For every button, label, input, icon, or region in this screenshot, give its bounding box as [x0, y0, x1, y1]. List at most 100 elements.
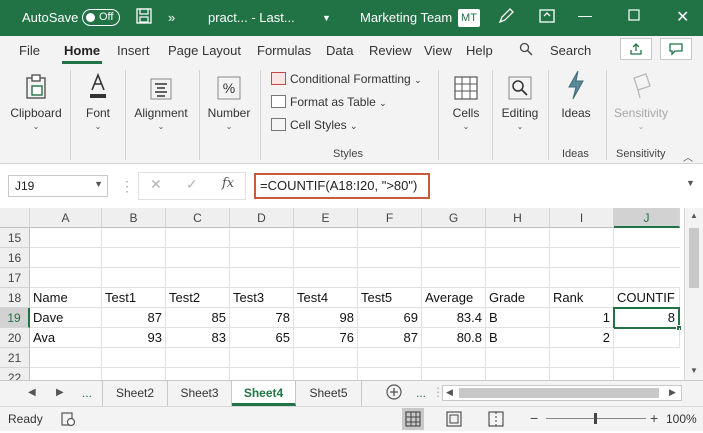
cell-j19[interactable]: 8	[613, 307, 680, 329]
cell-b18[interactable]: Test1	[102, 288, 166, 308]
column-header[interactable]: I	[550, 208, 614, 228]
name-box[interactable]: J19 ▼	[8, 175, 108, 197]
editing-button[interactable]: Editing ⌄	[496, 70, 544, 131]
font-button[interactable]: Font ⌄	[74, 70, 122, 131]
tab-home[interactable]: Home	[64, 43, 100, 58]
column-header[interactable]: A	[30, 208, 102, 228]
row-header[interactable]: 18	[0, 288, 30, 308]
zoom-slider-thumb[interactable]	[594, 413, 597, 424]
next-sheet-icon[interactable]: ▶	[56, 387, 64, 398]
cell-e18[interactable]: Test4	[294, 288, 358, 308]
cancel-icon[interactable]: ✕	[150, 176, 162, 193]
number-button[interactable]: % Number ⌄	[202, 70, 256, 131]
cell-d19[interactable]: 78	[230, 308, 294, 328]
tab-insert[interactable]: Insert	[117, 43, 150, 58]
page-layout-view-icon[interactable]	[446, 411, 462, 430]
accessibility-icon[interactable]	[60, 411, 76, 430]
cell-e20[interactable]: 76	[294, 328, 358, 348]
more-sheets-left[interactable]: ...	[82, 386, 92, 400]
cell-h19[interactable]: B	[486, 308, 550, 328]
conditional-formatting-button[interactable]: Conditional Formatting ⌄	[271, 72, 422, 86]
tab-formulas[interactable]: Formulas	[257, 43, 311, 58]
cell-e19[interactable]: 98	[294, 308, 358, 328]
worksheet-grid[interactable]: A B C D E F G H I J 15 16 17 18 19 20 21…	[0, 208, 703, 380]
close-icon[interactable]: ✕	[676, 7, 689, 27]
column-header[interactable]: J	[614, 208, 680, 228]
cell-a19[interactable]: Dave	[30, 308, 102, 328]
scroll-thumb[interactable]	[689, 228, 699, 288]
cell-h20[interactable]: B	[486, 328, 550, 348]
select-all-corner[interactable]	[0, 208, 30, 228]
column-header[interactable]: F	[358, 208, 422, 228]
cell-g19[interactable]: 83.4	[422, 308, 486, 328]
file-name[interactable]: pract... - Last...	[208, 10, 295, 25]
row-header[interactable]: 15	[0, 228, 30, 248]
search-icon[interactable]	[519, 42, 533, 59]
page-break-view-icon[interactable]	[488, 411, 504, 430]
normal-view-button[interactable]	[402, 408, 424, 430]
enter-icon[interactable]: ✓	[186, 176, 198, 193]
chevron-down-icon[interactable]: ▼	[322, 13, 331, 23]
comments-icon[interactable]	[660, 38, 692, 60]
zoom-level[interactable]: 100%	[666, 412, 697, 426]
insert-function-icon[interactable]: fx	[222, 176, 234, 191]
cell-j20[interactable]	[614, 328, 680, 348]
scroll-left-icon[interactable]: ◀	[446, 387, 453, 398]
cell-h18[interactable]: Grade	[486, 288, 550, 308]
formula-input[interactable]: =COUNTIF(A18:I20, ">80")	[254, 173, 430, 199]
tab-data[interactable]: Data	[326, 43, 353, 58]
cell-c19[interactable]: 85	[166, 308, 230, 328]
cell-f19[interactable]: 69	[358, 308, 422, 328]
row-header[interactable]: 22	[0, 368, 30, 380]
cell-c18[interactable]: Test2	[166, 288, 230, 308]
cell-styles-button[interactable]: Cell Styles ⌄	[271, 118, 358, 132]
sheet-tab-sheet5[interactable]: Sheet5	[296, 381, 362, 406]
cell-i20[interactable]: 2	[550, 328, 614, 348]
cell-f18[interactable]: Test5	[358, 288, 422, 308]
row-header[interactable]: 17	[0, 268, 30, 288]
maximize-icon[interactable]	[628, 9, 640, 24]
sheet-tab-sheet3[interactable]: Sheet3	[168, 381, 232, 406]
column-header[interactable]: E	[294, 208, 358, 228]
autosave-toggle[interactable]: Off	[82, 9, 120, 26]
alignment-button[interactable]: Alignment ⌄	[128, 70, 194, 131]
avatar[interactable]: MT	[458, 9, 480, 27]
cell-i18[interactable]: Rank	[550, 288, 614, 308]
sheet-tab-sheet4[interactable]: Sheet4	[232, 381, 296, 406]
add-sheet-icon[interactable]	[386, 384, 402, 403]
chevron-down-icon[interactable]: ▼	[94, 179, 103, 189]
column-header[interactable]: D	[230, 208, 294, 228]
minimize-icon[interactable]: —	[578, 7, 592, 23]
column-header[interactable]: C	[166, 208, 230, 228]
cell-g18[interactable]: Average	[422, 288, 486, 308]
pen-icon[interactable]	[497, 7, 515, 28]
collapse-ribbon-icon[interactable]: ︿	[683, 149, 693, 164]
cells-button[interactable]: Cells ⌄	[444, 70, 488, 131]
tab-page-layout[interactable]: Page Layout	[168, 43, 241, 58]
row-header[interactable]: 20	[0, 328, 30, 348]
scroll-right-icon[interactable]: ▶	[669, 387, 676, 398]
more-sheets-right[interactable]: ...	[416, 386, 426, 400]
tab-view[interactable]: View	[424, 43, 452, 58]
sensitivity-button[interactable]: Sensitivity ⌄	[610, 70, 672, 131]
overflow-icon[interactable]: »	[168, 10, 175, 25]
row-header[interactable]: 21	[0, 348, 30, 368]
ideas-button[interactable]: Ideas	[554, 70, 598, 120]
row-header[interactable]: 19	[0, 308, 30, 328]
tab-review[interactable]: Review	[369, 43, 412, 58]
tab-help[interactable]: Help	[466, 43, 493, 58]
share-icon[interactable]	[620, 38, 652, 60]
column-header[interactable]: G	[422, 208, 486, 228]
cell-g20[interactable]: 80.8	[422, 328, 486, 348]
cell-j18[interactable]: COUNTIF	[614, 288, 680, 308]
expand-formula-icon[interactable]: ▼	[686, 178, 695, 188]
scroll-down-icon[interactable]: ▼	[690, 366, 698, 375]
hscroll-thumb[interactable]	[459, 388, 659, 398]
cell-d20[interactable]: 65	[230, 328, 294, 348]
drag-handle-icon[interactable]: ⋮	[120, 178, 134, 195]
save-icon[interactable]	[136, 8, 152, 27]
cell-d18[interactable]: Test3	[230, 288, 294, 308]
cell-f20[interactable]: 87	[358, 328, 422, 348]
tab-file[interactable]: File	[19, 43, 40, 58]
column-header[interactable]: H	[486, 208, 550, 228]
